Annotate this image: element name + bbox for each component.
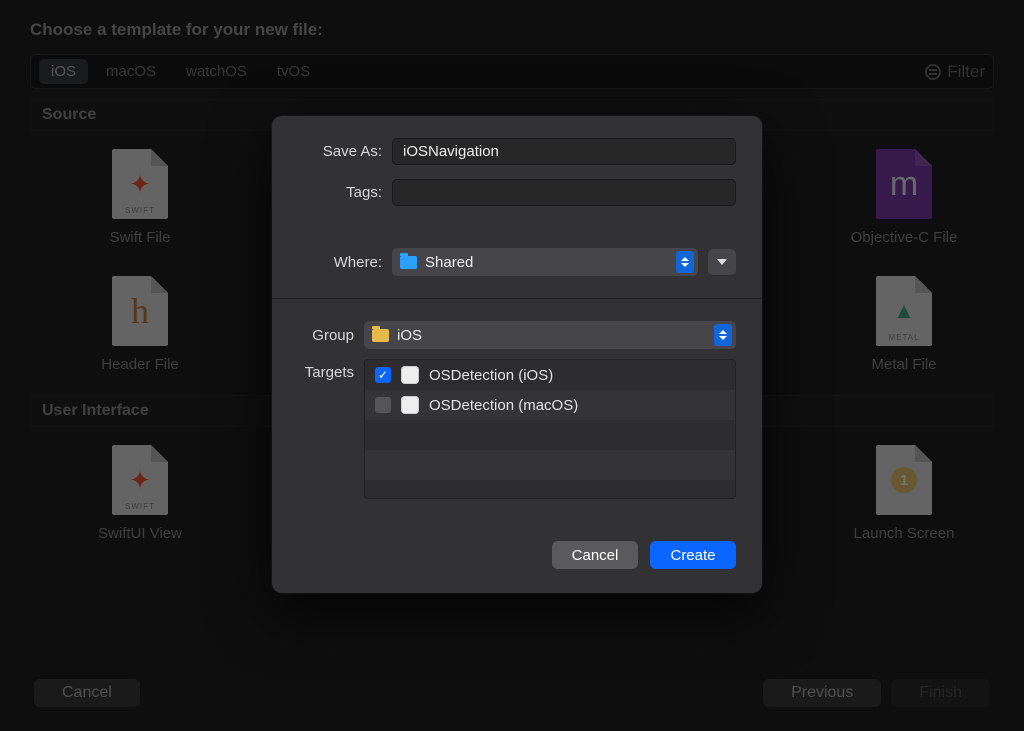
tags-row: Tags:	[298, 179, 736, 206]
save-as-input[interactable]	[392, 138, 736, 165]
target-row-empty	[365, 480, 735, 499]
launch-screen-icon: 1	[876, 445, 932, 515]
header-file-icon: h	[112, 276, 168, 346]
group-row: Group iOS	[298, 321, 736, 349]
folder-icon	[372, 329, 389, 342]
target-checkbox[interactable]: ✓	[375, 367, 391, 383]
where-value: Shared	[425, 254, 668, 271]
filter-icon	[925, 64, 941, 80]
chooser-finish-button: Finish	[891, 679, 990, 707]
tags-input[interactable]	[392, 179, 736, 206]
chooser-footer: Cancel Previous Finish	[30, 661, 994, 731]
target-name: OSDetection (iOS)	[429, 367, 553, 384]
platform-tabs: iOS macOS watchOS tvOS	[39, 59, 322, 84]
chevron-down-icon	[717, 259, 727, 265]
template-label: Header File	[101, 356, 179, 373]
template-label: Objective-C File	[851, 229, 958, 246]
target-row[interactable]: OSDetection (macOS)	[365, 390, 735, 420]
group-label: Group	[298, 327, 354, 344]
objc-file-icon: m	[876, 149, 932, 219]
template-label: SwiftUI View	[98, 525, 182, 542]
platform-tab-macos[interactable]: macOS	[94, 59, 168, 84]
stepper-icon	[676, 251, 694, 273]
platform-filter-bar: iOS macOS watchOS tvOS Filter	[30, 54, 994, 89]
chooser-cancel-button[interactable]: Cancel	[34, 679, 140, 707]
app-icon	[401, 396, 419, 414]
template-label: Swift File	[110, 229, 171, 246]
save-as-label: Save As:	[298, 143, 382, 160]
where-label: Where:	[298, 254, 382, 271]
target-row-empty	[365, 420, 735, 450]
tags-label: Tags:	[298, 184, 382, 201]
expand-browser-button[interactable]	[708, 249, 736, 275]
template-metal-file[interactable]: ▲METAL Metal File	[834, 276, 974, 373]
create-button[interactable]: Create	[650, 541, 736, 569]
app-icon	[401, 366, 419, 384]
swiftui-view-icon: ✦SWIFT	[112, 445, 168, 515]
template-header-file[interactable]: h Header File	[70, 276, 210, 373]
target-row-empty	[365, 450, 735, 480]
save-sheet: Save As: Tags: Where: Shared Group	[272, 116, 762, 593]
chooser-title: Choose a template for your new file:	[30, 20, 994, 40]
target-name: OSDetection (macOS)	[429, 397, 578, 414]
stepper-icon	[714, 324, 732, 346]
template-swift-file[interactable]: ✦SWIFT Swift File	[70, 149, 210, 246]
cancel-button[interactable]: Cancel	[552, 541, 638, 569]
targets-list: ✓ OSDetection (iOS) OSDetection (macOS)	[364, 359, 736, 499]
chooser-previous-button[interactable]: Previous	[763, 679, 881, 707]
save-as-row: Save As:	[298, 138, 736, 165]
target-row[interactable]: ✓ OSDetection (iOS)	[365, 360, 735, 390]
platform-tab-ios[interactable]: iOS	[39, 59, 88, 84]
filter-placeholder: Filter	[947, 62, 985, 82]
where-row: Where: Shared	[298, 248, 736, 276]
template-label: Launch Screen	[854, 525, 955, 542]
where-select[interactable]: Shared	[392, 248, 698, 276]
template-launch-screen[interactable]: 1 Launch Screen	[834, 445, 974, 542]
template-swiftui-view[interactable]: ✦SWIFT SwiftUI View	[70, 445, 210, 542]
sheet-button-row: Cancel Create	[272, 509, 762, 593]
platform-tab-watchos[interactable]: watchOS	[174, 59, 259, 84]
template-objc-file[interactable]: m Objective-C File	[834, 149, 974, 246]
folder-icon	[400, 256, 417, 269]
swift-file-icon: ✦SWIFT	[112, 149, 168, 219]
filter-field[interactable]: Filter	[925, 62, 985, 82]
targets-row: Targets ✓ OSDetection (iOS) OSDetection …	[298, 359, 736, 499]
metal-file-icon: ▲METAL	[876, 276, 932, 346]
group-select[interactable]: iOS	[364, 321, 736, 349]
target-checkbox[interactable]	[375, 397, 391, 413]
targets-label: Targets	[298, 359, 354, 381]
template-label: Metal File	[871, 356, 936, 373]
platform-tab-tvos[interactable]: tvOS	[265, 59, 322, 84]
group-value: iOS	[397, 327, 706, 344]
